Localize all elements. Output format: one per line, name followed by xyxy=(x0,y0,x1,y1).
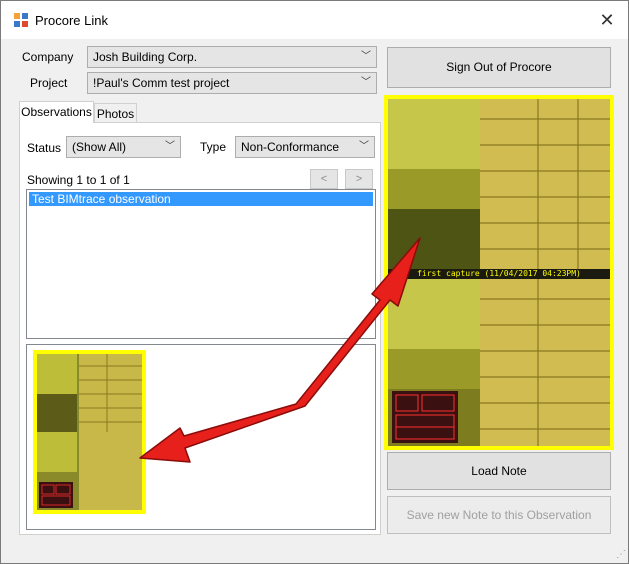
previous-page-button[interactable]: < xyxy=(310,169,338,189)
type-value: Non-Conformance xyxy=(241,140,340,154)
company-label: Company xyxy=(22,50,74,64)
save-note-label: Save new Note to this Observation xyxy=(406,508,592,522)
company-value: Josh Building Corp. xyxy=(93,50,198,64)
chevron-right-icon: > xyxy=(355,173,363,185)
chevron-down-icon: ﹀ xyxy=(359,141,369,152)
company-dropdown[interactable]: Josh Building Corp. ﹀ xyxy=(87,46,377,68)
list-item[interactable]: Test BIMtrace observation xyxy=(29,192,373,206)
procore-link-window: Procore Link ✕ Company Josh Building Cor… xyxy=(0,0,629,564)
procore-app-icon xyxy=(14,13,28,27)
photo-thumbnail[interactable] xyxy=(33,350,146,514)
title-bar: Procore Link ✕ xyxy=(1,1,628,39)
resize-grip-icon[interactable]: ⋰ xyxy=(614,549,626,561)
save-note-button[interactable]: Save new Note to this Observation xyxy=(387,496,611,534)
chevron-down-icon: ﹀ xyxy=(361,51,371,62)
type-dropdown[interactable]: Non-Conformance ﹀ xyxy=(235,136,375,158)
photo-preview: first capture (11/04/2017 04:23PM) xyxy=(384,95,614,450)
sign-out-label: Sign Out of Procore xyxy=(446,60,552,74)
project-label: Project xyxy=(30,76,68,90)
tab-observations-label: Observations xyxy=(21,105,92,119)
status-value: (Show All) xyxy=(72,140,127,154)
tab-photos-label: Photos xyxy=(96,107,135,121)
construction-photo-thumbnail xyxy=(37,354,142,510)
next-page-button[interactable]: > xyxy=(345,169,373,189)
close-icon: ✕ xyxy=(599,10,615,30)
status-dropdown[interactable]: (Show All) ﹀ xyxy=(66,136,181,158)
tab-photos[interactable]: Photos xyxy=(94,103,137,123)
load-note-button[interactable]: Load Note xyxy=(387,452,611,490)
chevron-left-icon: < xyxy=(320,173,328,185)
photo-thumbnail-area xyxy=(26,344,376,530)
chevron-down-icon: ﹀ xyxy=(361,77,371,88)
status-label: Status xyxy=(27,141,62,155)
project-dropdown[interactable]: !Paul's Comm test project ﹀ xyxy=(87,72,377,94)
showing-count: Showing 1 to 1 of 1 xyxy=(27,173,130,187)
tab-observations[interactable]: Observations xyxy=(19,101,94,123)
project-value: !Paul's Comm test project xyxy=(93,76,230,90)
window-title: Procore Link xyxy=(35,13,108,28)
sign-out-button[interactable]: Sign Out of Procore xyxy=(387,47,611,88)
observation-list[interactable]: Test BIMtrace observation xyxy=(26,189,376,339)
type-label: Type xyxy=(200,140,227,154)
photo-caption: first capture (11/04/2017 04:23PM) xyxy=(388,269,610,279)
chevron-down-icon: ﹀ xyxy=(165,141,175,152)
load-note-label: Load Note xyxy=(471,464,527,478)
close-button[interactable]: ✕ xyxy=(587,3,627,37)
observations-panel: Status (Show All) ﹀ Type Non-Conformance… xyxy=(19,122,381,535)
